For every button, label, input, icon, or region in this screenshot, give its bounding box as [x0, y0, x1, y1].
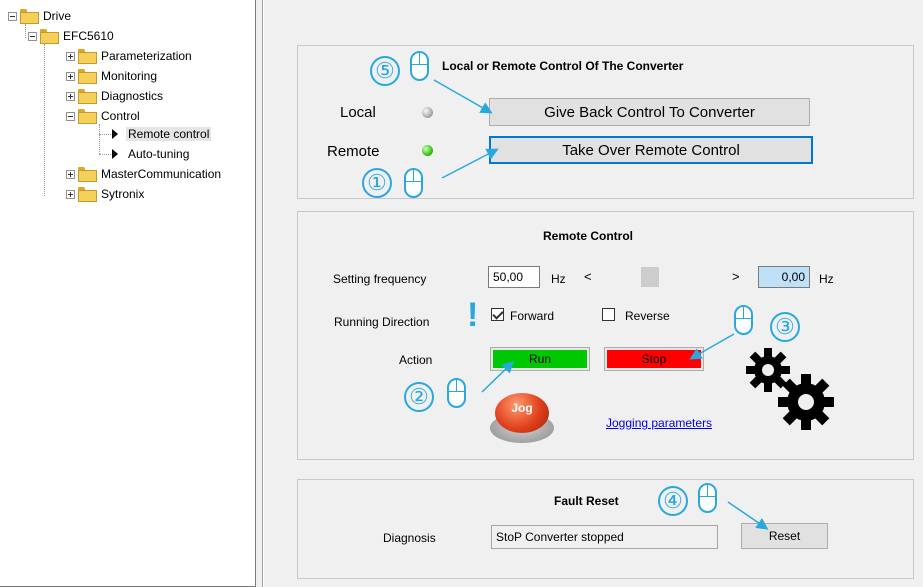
folder-icon — [78, 187, 97, 202]
step-3-callout: ③ — [770, 312, 800, 342]
folder-icon — [78, 49, 97, 64]
folder-icon — [20, 9, 39, 24]
callout-arrow-2 — [481, 360, 515, 393]
tree-item-sytronix[interactable]: Sytronix — [66, 185, 146, 203]
content-panel: Local or Remote Control Of The Converter… — [264, 0, 923, 587]
tree-item-drive[interactable]: Drive — [8, 7, 73, 25]
collapse-icon[interactable] — [28, 31, 37, 41]
callout-arrow-1 — [441, 148, 499, 179]
navigation-tree[interactable]: Drive EFC5610 Parameterization Monitorin… — [0, 0, 256, 587]
folder-icon — [78, 109, 97, 124]
folder-icon — [40, 29, 59, 44]
tree-item-mastercommunication[interactable]: MasterCommunication — [66, 165, 223, 183]
step-5-callout: ⑤ — [370, 56, 400, 86]
tree-item-monitoring[interactable]: Monitoring — [66, 67, 159, 85]
expand-icon[interactable] — [66, 51, 75, 61]
tree-item-diagnostics[interactable]: Diagnostics — [66, 87, 165, 105]
tree-item-auto-tuning[interactable]: Auto-tuning — [108, 145, 191, 163]
expand-icon[interactable] — [66, 91, 75, 101]
folder-icon — [78, 69, 97, 84]
mouse-icon — [447, 378, 466, 408]
callout-arrows — [433, 79, 769, 530]
tree-item-label: EFC5610 — [63, 29, 114, 43]
callout-arrow-3 — [689, 333, 735, 360]
tree-connector — [25, 24, 26, 38]
mouse-icon — [698, 483, 717, 513]
step-4-callout: ④ — [658, 486, 688, 516]
tree-connector — [99, 124, 100, 154]
expand-icon[interactable] — [66, 71, 75, 81]
collapse-icon[interactable] — [8, 11, 17, 21]
tree-item-label: Auto-tuning — [128, 147, 190, 161]
mouse-icon — [734, 305, 753, 335]
tree-item-label: Monitoring — [101, 69, 158, 83]
step-1-callout: ① — [362, 168, 392, 198]
arrow-right-icon — [112, 129, 118, 139]
tree-item-label: Diagnostics — [101, 89, 164, 103]
callout-arrow-4 — [727, 501, 769, 530]
folder-icon — [78, 167, 97, 182]
expand-icon[interactable] — [66, 169, 75, 179]
tree-item-efc5610[interactable]: EFC5610 — [28, 27, 116, 45]
arrow-right-icon — [112, 149, 118, 159]
mouse-icon — [404, 168, 423, 198]
tree-item-control[interactable]: Control — [66, 107, 142, 125]
step-2-callout: ② — [404, 382, 434, 412]
tree-connector — [44, 44, 45, 196]
tree-item-remote-control[interactable]: Remote control — [108, 125, 212, 143]
tree-item-label: MasterCommunication — [101, 167, 222, 181]
mouse-icon — [410, 51, 429, 81]
tree-item-label: Drive — [43, 9, 72, 23]
tree-item-label: Parameterization — [101, 49, 192, 63]
collapse-icon[interactable] — [66, 111, 75, 121]
callout-arrow-5 — [433, 79, 493, 114]
tree-item-label: Remote control — [126, 127, 212, 141]
folder-icon — [78, 89, 97, 104]
tree-item-parameterization[interactable]: Parameterization — [66, 47, 194, 65]
tree-item-label: Control — [101, 109, 140, 123]
splitter[interactable] — [256, 0, 263, 587]
expand-icon[interactable] — [66, 189, 75, 199]
tree-item-label: Sytronix — [101, 187, 145, 201]
